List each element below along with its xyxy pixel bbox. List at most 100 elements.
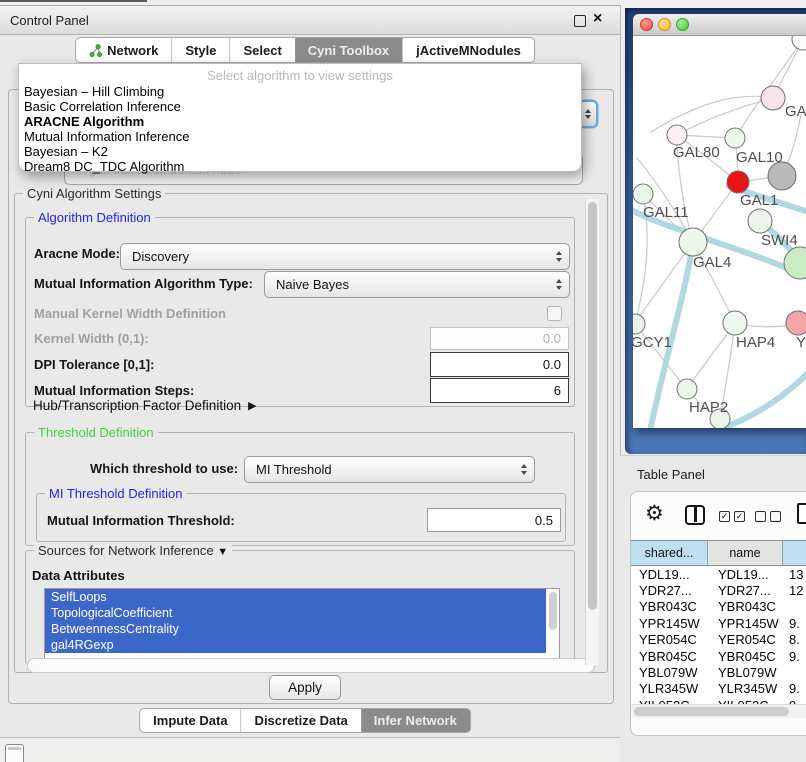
scrollbar-thumb[interactable] — [549, 592, 557, 630]
hidden-panel-icon[interactable] — [5, 744, 24, 762]
gear-icon[interactable]: ⚙ — [645, 501, 664, 525]
table-cell: 12 — [783, 583, 806, 598]
tab-infer-network[interactable]: Infer Network — [361, 709, 470, 732]
which-threshold-select[interactable]: MI Threshold — [244, 456, 535, 483]
network-window[interactable]: GALGAL80GAL10GAL1GAL11SWI4GAL4GCY1HAP4YH… — [633, 14, 806, 428]
checked-checkbox-icon[interactable]: ✓ — [719, 511, 730, 522]
table-row[interactable]: YPR145WYPR145W9. — [631, 615, 806, 631]
dpi-tolerance-field[interactable]: 0.0 — [430, 352, 569, 377]
table-row[interactable]: YDL19...YDL19...13 — [631, 566, 806, 582]
tab-impute-data[interactable]: Impute Data — [140, 709, 240, 732]
tab-select[interactable]: Select — [229, 38, 294, 62]
node-gal80[interactable] — [667, 125, 687, 145]
node-gal11[interactable] — [633, 184, 653, 204]
table-row[interactable]: YDR27...YDR27...12 — [631, 582, 806, 598]
stepper-up-icon — [585, 109, 591, 113]
unchecked-checkbox-icon[interactable] — [755, 511, 766, 522]
mi-steps-field[interactable]: 6 — [430, 378, 569, 403]
column-header-partial[interactable] — [783, 541, 806, 565]
table-cell: YER054C — [631, 632, 708, 647]
table-card: ⚙ ✓ ✓ shared...name YDL19...YDL19...13YDR… — [630, 491, 806, 736]
minimize-traffic-light[interactable] — [658, 18, 671, 31]
node-gcy1[interactable] — [633, 314, 645, 334]
checked-checkbox-icon[interactable]: ✓ — [734, 511, 745, 522]
tab-label: Select — [243, 43, 281, 58]
close-traffic-light[interactable] — [640, 18, 653, 31]
algorithm-option-mutual-information-inference[interactable]: Mutual Information Inference — [19, 129, 581, 144]
table-row[interactable]: YBL079WYBL079W — [631, 664, 806, 680]
kernel-width-field: 0.0 — [430, 327, 569, 350]
cyni-algorithm-settings-group: Cyni Algorithm Settings Algorithm Defini… — [14, 193, 608, 673]
node-salmon[interactable] — [786, 311, 806, 335]
table-cell: YBR043C — [631, 599, 708, 614]
network-window-titlebar[interactable] — [633, 14, 806, 36]
list-scrollbar[interactable] — [547, 590, 558, 658]
settings-vertical-scrollbar[interactable] — [585, 199, 599, 665]
node-label-y: Y — [796, 334, 806, 351]
control-panel-titlebar: Control Panel — [0, 6, 620, 35]
zoom-traffic-light[interactable] — [676, 18, 689, 31]
unchecked-checkbox-icon[interactable] — [770, 511, 781, 522]
focused-combo-stepper[interactable] — [580, 102, 596, 126]
attribute-betweennesscentrality[interactable]: BetweennessCentrality — [45, 621, 546, 637]
node-gal4[interactable] — [679, 228, 707, 256]
table-cell: YBR043C — [708, 599, 783, 614]
mi-threshold-field[interactable]: 0.5 — [427, 508, 561, 532]
node-gray[interactable] — [768, 162, 796, 190]
node-gal1[interactable] — [727, 171, 749, 193]
table-row[interactable]: YIL052CYIL052C9. — [631, 697, 806, 704]
node-gal10[interactable] — [725, 128, 745, 148]
attribute-selfloops[interactable]: SelfLoops — [45, 589, 546, 605]
algorithm-option-bayesian-hill-climbing[interactable]: Bayesian – Hill Climbing — [19, 84, 581, 99]
node-hap2[interactable] — [677, 379, 697, 399]
node-gal-pink[interactable] — [761, 86, 785, 110]
data-attributes-list[interactable]: SelfLoopsTopologicalCoefficientBetweenne… — [44, 588, 560, 660]
screen: Control Panel × NetworkStyle Select Cyni T… — [0, 0, 806, 762]
tab-label: Discretize Data — [255, 713, 348, 728]
column-header-shared[interactable]: shared... — [631, 541, 708, 565]
tab-discretize-data[interactable]: Discretize Data — [241, 709, 361, 732]
table-cell: YBL079W — [631, 665, 708, 680]
node-swi4[interactable] — [748, 209, 772, 233]
attribute-gal4rgexp[interactable]: gal4RGexp — [45, 637, 546, 653]
node-top[interactable] — [792, 36, 806, 50]
aracne-mode-select[interactable]: Discovery — [120, 243, 570, 270]
scrollbar-thumb[interactable] — [634, 707, 789, 716]
node-right-green[interactable] — [784, 247, 806, 279]
algorithm-option-bayesian-k2[interactable]: Bayesian – K2 — [19, 144, 581, 159]
tab-jactivemnodules[interactable]: jActiveMNodules — [402, 38, 534, 62]
float-panel-icon[interactable] — [574, 15, 586, 27]
tab-cyni-toolbox[interactable]: Cyni Toolbox — [295, 38, 402, 62]
table-row[interactable]: YBR045CYBR045C9. — [631, 648, 806, 664]
manual-kernel-checkbox[interactable] — [547, 306, 562, 321]
document-icon[interactable] — [797, 503, 806, 524]
network-canvas[interactable]: GALGAL80GAL10GAL1GAL11SWI4GAL4GCY1HAP4YH… — [633, 36, 806, 428]
table-row[interactable]: YER054CYER054C8. — [631, 632, 806, 648]
network-edge — [685, 364, 806, 428]
settings-horizontal-scrollbar[interactable] — [27, 658, 595, 673]
table-cell: YER054C — [708, 632, 783, 647]
which-threshold-label: Which threshold to use: — [90, 461, 238, 476]
table-row[interactable]: YBR043CYBR043C — [631, 599, 806, 615]
table-rows[interactable]: YDL19...YDL19...13YDR27...YDR27...12YBR0… — [631, 566, 806, 704]
columns-icon[interactable] — [685, 505, 705, 525]
tab-network[interactable]: Network — [76, 38, 171, 62]
scrollbar-thumb[interactable] — [588, 202, 597, 610]
tab-style[interactable]: Style — [171, 38, 229, 62]
algorithm-option-basic-correlation-inference[interactable]: Basic Correlation Inference — [19, 99, 581, 114]
close-panel-icon[interactable]: × — [593, 10, 602, 28]
algorithm-option-dream8-dc-tdc-algorithm[interactable]: Dream8 DC_TDC Algorithm — [19, 159, 581, 174]
node-hap4[interactable] — [723, 311, 747, 335]
column-header-name[interactable]: name — [708, 541, 783, 565]
table-horizontal-scrollbar[interactable] — [631, 704, 806, 718]
table-cell: 9. — [783, 681, 806, 696]
attribute-topologicalcoefficient[interactable]: TopologicalCoefficient — [45, 605, 546, 621]
table-row[interactable]: YLR345WYLR345W9. — [631, 681, 806, 697]
sources-title-text: Sources for Network Inference — [38, 543, 214, 558]
apply-button[interactable]: Apply — [269, 675, 341, 700]
attr-items: SelfLoopsTopologicalCoefficientBetweenne… — [45, 589, 559, 653]
hub-definition-expander[interactable]: Hub/Transcription Factor Definition ▶ — [33, 398, 257, 413]
algorithm-option-aracne-algorithm[interactable]: ARACNE Algorithm — [19, 114, 581, 129]
mi-type-select[interactable]: Naive Bayes — [264, 271, 570, 298]
sources-group-title[interactable]: Sources for Network Inference ▼ — [34, 543, 232, 558]
